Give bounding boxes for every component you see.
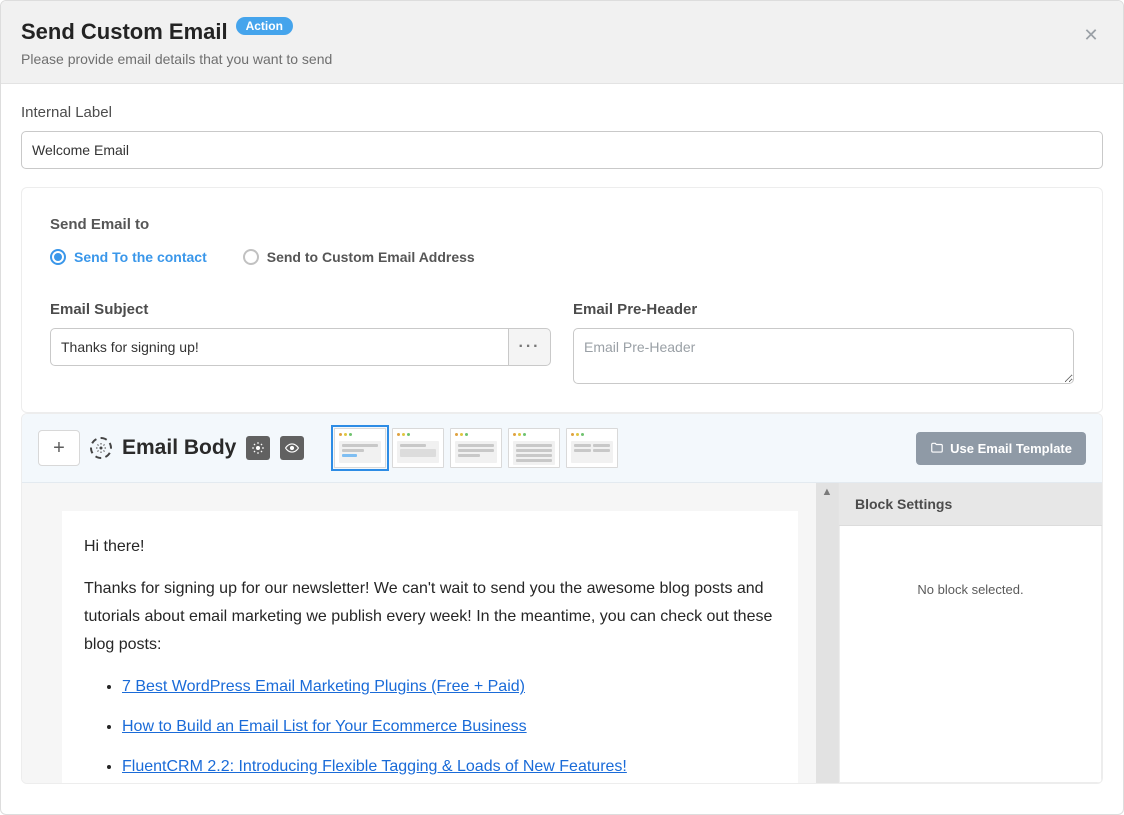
internal-label-input[interactable] bbox=[21, 131, 1103, 169]
send-email-modal: Send Custom Email Action Please provide … bbox=[0, 0, 1124, 815]
email-editor: + Email Body bbox=[21, 413, 1103, 784]
use-template-label: Use Email Template bbox=[950, 441, 1072, 456]
email-content[interactable]: Hi there! Thanks for signing up for our … bbox=[62, 511, 798, 783]
subject-label: Email Subject bbox=[50, 301, 551, 318]
layout-thumb-5[interactable] bbox=[566, 428, 618, 468]
modal-header: Send Custom Email Action Please provide … bbox=[1, 1, 1123, 84]
editor-settings-button[interactable] bbox=[246, 436, 270, 460]
send-to-radio-group: Send To the contact Send to Custom Email… bbox=[50, 249, 1074, 265]
editor-toolbar: + Email Body bbox=[22, 414, 1102, 483]
email-link[interactable]: How to Build an Email List for Your Ecom… bbox=[122, 718, 527, 735]
ellipsis-icon: ··· bbox=[518, 338, 540, 356]
email-intro: Thanks for signing up for our newsletter… bbox=[84, 575, 776, 659]
merge-tag-button[interactable]: ··· bbox=[509, 328, 551, 366]
radio-send-to-custom[interactable]: Send to Custom Email Address bbox=[243, 249, 475, 265]
subject-input[interactable] bbox=[50, 328, 509, 366]
email-greeting: Hi there! bbox=[84, 533, 776, 561]
radio-label: Send to Custom Email Address bbox=[267, 249, 475, 265]
preheader-label: Email Pre-Header bbox=[573, 301, 1074, 318]
canvas-scrollbar[interactable]: ▲ bbox=[816, 483, 838, 783]
scroll-up-icon: ▲ bbox=[816, 483, 838, 501]
radio-send-to-contact[interactable]: Send To the contact bbox=[50, 249, 207, 265]
email-link[interactable]: FluentCRM 2.2: Introducing Flexible Tagg… bbox=[122, 758, 627, 775]
plus-icon: + bbox=[53, 437, 65, 460]
modal-title: Send Custom Email bbox=[21, 19, 228, 45]
radio-icon bbox=[243, 249, 259, 265]
email-link-list: 7 Best WordPress Email Marketing Plugins… bbox=[84, 673, 776, 781]
layout-thumb-4[interactable] bbox=[508, 428, 560, 468]
gear-icon bbox=[251, 441, 265, 455]
list-item: How to Build an Email List for Your Ecom… bbox=[122, 713, 776, 741]
email-link[interactable]: 7 Best WordPress Email Marketing Plugins… bbox=[122, 678, 525, 695]
block-settings-panel: Block Settings No block selected. bbox=[838, 483, 1102, 783]
layout-thumb-1[interactable] bbox=[334, 428, 386, 468]
close-icon: ✕ bbox=[1083, 25, 1098, 46]
use-template-button[interactable]: Use Email Template bbox=[916, 432, 1086, 465]
radio-icon bbox=[50, 249, 66, 265]
content-area: Internal Label Send Email to Send To the… bbox=[1, 84, 1123, 814]
send-to-label: Send Email to bbox=[50, 216, 1074, 233]
settings-indicator-icon bbox=[90, 437, 112, 459]
radio-label: Send To the contact bbox=[74, 249, 207, 265]
preheader-input[interactable] bbox=[573, 328, 1074, 384]
list-item: 7 Best WordPress Email Marketing Plugins… bbox=[122, 673, 776, 701]
list-item: FluentCRM 2.2: Introducing Flexible Tagg… bbox=[122, 753, 776, 781]
close-button[interactable]: ✕ bbox=[1079, 23, 1103, 47]
editor-preview-button[interactable] bbox=[280, 436, 304, 460]
folder-icon bbox=[930, 441, 944, 455]
action-badge: Action bbox=[236, 17, 293, 35]
internal-label-label: Internal Label bbox=[21, 104, 1103, 121]
layout-thumb-2[interactable] bbox=[392, 428, 444, 468]
modal-subtitle: Please provide email details that you wa… bbox=[21, 51, 1103, 67]
email-body-label: Email Body bbox=[122, 436, 236, 460]
block-settings-empty: No block selected. bbox=[839, 526, 1102, 783]
add-block-button[interactable]: + bbox=[38, 430, 80, 466]
email-settings-card: Send Email to Send To the contact Send t… bbox=[21, 187, 1103, 413]
layout-thumb-3[interactable] bbox=[450, 428, 502, 468]
layout-templates bbox=[334, 428, 618, 468]
editor-canvas-area[interactable]: Hi there! Thanks for signing up for our … bbox=[22, 483, 838, 783]
eye-icon bbox=[285, 441, 299, 455]
block-settings-header: Block Settings bbox=[839, 483, 1102, 526]
